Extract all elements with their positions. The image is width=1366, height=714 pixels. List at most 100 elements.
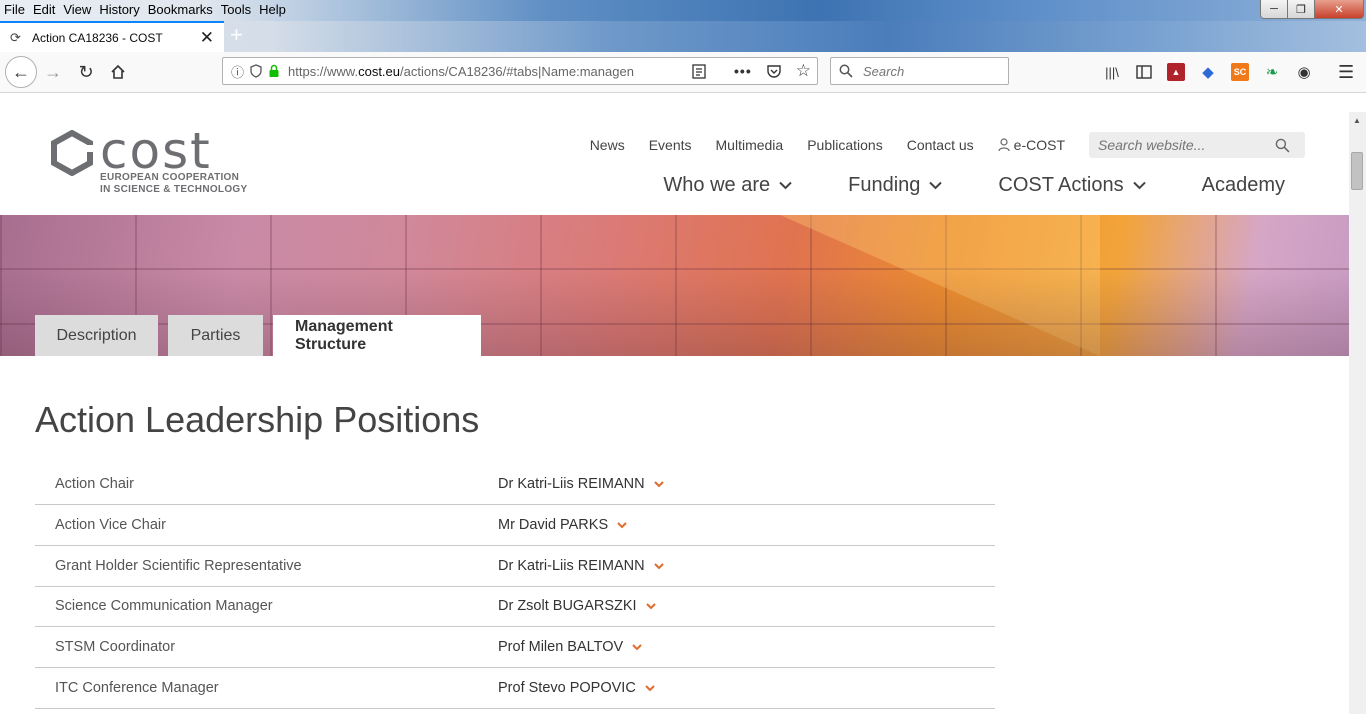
nav-events[interactable]: Events bbox=[649, 137, 692, 153]
tab-title: Action CA18236 - COST bbox=[32, 30, 163, 45]
chevron-down-icon[interactable] bbox=[653, 481, 664, 488]
position-person-toggle[interactable]: Prof Stevo POPOVIC bbox=[498, 667, 995, 708]
page-scrollbar[interactable]: ▲ bbox=[1349, 112, 1366, 714]
menu-view[interactable]: View bbox=[59, 0, 95, 20]
site-search-input[interactable] bbox=[1096, 136, 1275, 154]
main-nav-label: Funding bbox=[848, 174, 921, 196]
position-row: Science Communication Manager Dr Zsolt BU… bbox=[35, 586, 995, 627]
info-icon[interactable]: ⓘ bbox=[231, 62, 244, 81]
nav-news[interactable]: News bbox=[590, 137, 625, 153]
chevron-down-icon[interactable] bbox=[632, 644, 642, 651]
browser-search-input[interactable] bbox=[861, 62, 995, 80]
search-icon[interactable] bbox=[1275, 138, 1290, 153]
account-icon[interactable]: ◉ bbox=[1295, 63, 1313, 81]
position-role: Grant Holder Scientific Representative bbox=[55, 557, 302, 574]
position-person-toggle[interactable]: Dr Katri-Liis REIMANN bbox=[498, 545, 995, 586]
tab-loading-icon: ⟳ bbox=[10, 29, 21, 45]
chevron-down-icon[interactable] bbox=[617, 522, 627, 529]
back-arrow-icon: ← bbox=[12, 61, 30, 82]
library-icon[interactable]: |||\ bbox=[1103, 63, 1121, 81]
forward-button[interactable]: → bbox=[38, 57, 68, 87]
position-role: Action Vice Chair bbox=[55, 517, 166, 534]
pocket-icon[interactable] bbox=[766, 64, 782, 79]
url-prefix: https://www. bbox=[288, 63, 359, 79]
position-role: Science Communication Manager bbox=[55, 598, 273, 615]
position-person-toggle[interactable]: Mr David PARKS bbox=[498, 505, 995, 546]
sidebar-icon[interactable] bbox=[1135, 63, 1153, 81]
position-role: STSM Coordinator bbox=[55, 639, 176, 656]
main-nav-funding[interactable]: Funding bbox=[848, 174, 943, 197]
browser-search-bar[interactable] bbox=[830, 57, 1009, 85]
position-person-name: Dr Katri-Liis REIMANN bbox=[498, 476, 645, 493]
main-nav-cost-actions[interactable]: COST Actions bbox=[998, 174, 1146, 197]
browser-tab-active[interactable]: ⟳ Action CA18236 - COST ✕ bbox=[0, 21, 224, 52]
web-page: cost EUROPEAN COOPERATION IN SCIENCE & T… bbox=[0, 112, 1349, 714]
tab-description[interactable]: Description bbox=[35, 315, 158, 356]
nav-publications[interactable]: Publications bbox=[807, 137, 883, 153]
main-nav-who-we-are[interactable]: Who we are bbox=[663, 174, 792, 197]
nav-contact-us[interactable]: Contact us bbox=[907, 137, 974, 153]
address-bar[interactable]: ⓘ https://www.cost.eu/actions/CA18236/#t… bbox=[222, 57, 818, 85]
tab-close-icon[interactable]: ✕ bbox=[200, 28, 214, 48]
position-person-name: Prof Stevo POPOVIC bbox=[498, 679, 636, 696]
more-icon[interactable]: ••• bbox=[734, 63, 752, 79]
menu-edit[interactable]: Edit bbox=[29, 0, 59, 20]
user-icon bbox=[998, 138, 1010, 152]
position-person-name: Mr David PARKS bbox=[498, 517, 609, 534]
position-person-toggle[interactable]: Prof Milen BALTOV bbox=[498, 627, 995, 668]
leadership-positions-table: Action Chair Dr Katri-Liis REIMANN Action … bbox=[35, 464, 995, 709]
chevron-down-icon[interactable] bbox=[645, 685, 655, 692]
site-search-box[interactable] bbox=[1089, 132, 1305, 158]
lock-icon[interactable] bbox=[268, 64, 280, 78]
extension-red-icon[interactable]: ▲ bbox=[1167, 63, 1185, 81]
main-navigation: Who we are Funding COST Actions Academy bbox=[607, 174, 1285, 197]
shield-icon[interactable] bbox=[250, 64, 262, 78]
nav-multimedia[interactable]: Multimedia bbox=[716, 137, 784, 153]
url-text[interactable]: https://www.cost.eu/actions/CA18236/#tab… bbox=[288, 64, 658, 79]
logo-tagline: EUROPEAN COOPERATION IN SCIENCE & TECHNO… bbox=[100, 172, 247, 196]
page-heading: Action Leadership Positions bbox=[35, 399, 480, 440]
home-button[interactable] bbox=[103, 57, 133, 87]
search-icon bbox=[839, 64, 853, 78]
tab-management-structure[interactable]: Management Structure bbox=[273, 315, 481, 356]
star-icon[interactable]: ☆ bbox=[796, 61, 811, 81]
nav-ecost-label: e-COST bbox=[1013, 137, 1065, 153]
menu-bookmarks[interactable]: Bookmarks bbox=[144, 0, 217, 20]
menu-help[interactable]: Help bbox=[255, 0, 290, 20]
nav-ecost[interactable]: e-COST bbox=[998, 137, 1065, 153]
position-row: ITC Conference Manager Prof Stevo POPOVIC bbox=[35, 667, 995, 709]
extension-blue-hat-icon[interactable]: ◆ bbox=[1199, 63, 1217, 81]
toolbar-extensions: |||\ ▲ ◆ SC ❧ ◉ bbox=[1103, 63, 1313, 81]
reload-button[interactable]: ↻ bbox=[71, 57, 101, 87]
chevron-down-icon[interactable] bbox=[653, 563, 664, 570]
logo-tagline-line2: IN SCIENCE & TECHNOLOGY bbox=[100, 184, 248, 195]
reader-view-icon[interactable] bbox=[692, 63, 706, 79]
maximize-button[interactable]: ❐ bbox=[1287, 0, 1315, 19]
reload-icon: ↻ bbox=[78, 61, 94, 82]
position-row: STSM Coordinator Prof Milen BALTOV bbox=[35, 627, 995, 668]
new-tab-button[interactable]: + bbox=[230, 24, 243, 46]
chevron-down-icon[interactable] bbox=[645, 603, 656, 610]
back-button[interactable]: ← bbox=[5, 56, 37, 88]
address-bar-actions: ••• ☆ bbox=[692, 58, 811, 84]
position-person-toggle[interactable]: Dr Zsolt BUGARSZKI bbox=[498, 586, 995, 627]
scrollbar-thumb[interactable] bbox=[1351, 152, 1363, 190]
position-person-toggle[interactable]: Dr Katri-Liis REIMANN bbox=[498, 464, 995, 505]
tab-parties[interactable]: Parties bbox=[168, 315, 263, 356]
extension-green-leaf-icon[interactable]: ❧ bbox=[1263, 63, 1281, 81]
hamburger-menu-icon[interactable]: ☰ bbox=[1338, 62, 1354, 83]
main-nav-label: COST Actions bbox=[998, 174, 1124, 196]
logo-tagline-line1: EUROPEAN COOPERATION bbox=[100, 172, 240, 183]
menu-file[interactable]: File bbox=[0, 0, 29, 20]
minimize-button[interactable]: ─ bbox=[1260, 0, 1288, 19]
position-person-name: Dr Katri-Liis REIMANN bbox=[498, 557, 645, 574]
url-path: /actions/CA18236/#tabs|Name:managen bbox=[400, 63, 634, 79]
extension-sc-icon[interactable]: SC bbox=[1231, 63, 1249, 81]
navigation-toolbar: ← → ↻ ⓘ https://www.cost.eu/actions/CA18… bbox=[0, 52, 1366, 93]
menu-history[interactable]: History bbox=[95, 0, 143, 20]
menu-tools[interactable]: Tools bbox=[217, 0, 255, 20]
scroll-up-arrow-icon[interactable]: ▲ bbox=[1353, 116, 1361, 125]
main-nav-academy[interactable]: Academy bbox=[1202, 174, 1285, 197]
tab-strip: ⟳ Action CA18236 - COST ✕ + bbox=[0, 21, 1366, 52]
close-window-button[interactable]: ✕ bbox=[1314, 0, 1364, 19]
